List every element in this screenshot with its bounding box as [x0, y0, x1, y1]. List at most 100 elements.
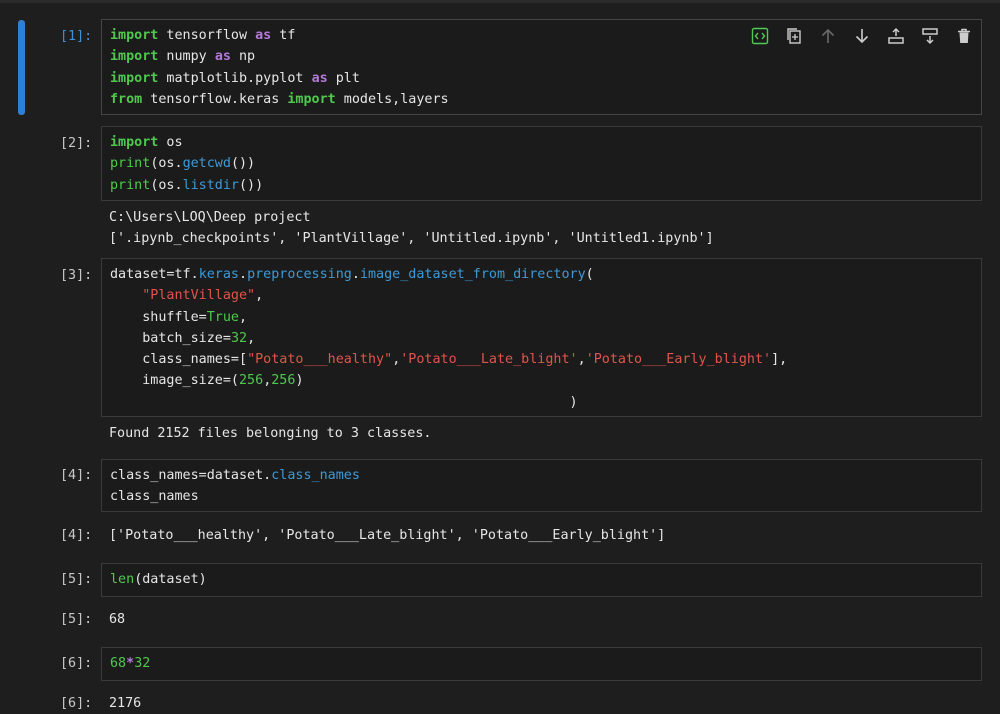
code-token: tensorflow: [158, 28, 256, 43]
code-token: preprocessing: [247, 267, 352, 282]
code-line: batch_size=32,: [110, 328, 787, 349]
code-token: (os.: [150, 177, 183, 193]
cell-4-code[interactable]: class_names=dataset.class_names class_nam…: [110, 465, 360, 508]
duplicate-cell-icon: [787, 28, 801, 44]
code-token: .: [239, 267, 248, 282]
code-line: ): [110, 392, 787, 413]
code-line: "PlantVillage",: [110, 285, 787, 306]
code-line: print(os.getcwd()): [110, 153, 263, 174]
cell-5-code[interactable]: len(dataset): [110, 569, 207, 590]
code-token: numpy: [158, 49, 215, 65]
code-token: tf: [271, 28, 296, 43]
code-token: as: [255, 28, 272, 43]
cell-6-editor[interactable]: 68*32: [101, 647, 982, 681]
cell-3-editor[interactable]: dataset=tf.keras.preprocessing.image_dat…: [101, 258, 982, 417]
code-line: import tensorflow as tf: [110, 25, 449, 46]
insert-below-icon: [922, 28, 938, 45]
delete-cell-button[interactable]: [952, 24, 976, 48]
insert-above-icon: [888, 27, 904, 44]
cell-4-editor[interactable]: class_names=dataset.class_names class_nam…: [101, 459, 982, 512]
code-token: (: [585, 267, 594, 282]
code-token: True: [206, 309, 239, 325]
code-token: class_names=dataset.: [110, 468, 272, 483]
insert-above-button[interactable]: [884, 24, 908, 48]
code-token: image_size=(: [110, 373, 239, 389]
cell-4-input-prompt: [4]:: [60, 468, 93, 483]
move-down-button[interactable]: [850, 24, 874, 48]
code-token: import: [110, 28, 159, 43]
code-token: .: [351, 267, 360, 282]
code-token: as: [214, 49, 231, 65]
code-token: print: [110, 156, 151, 172]
cell-6-input-prompt: [6]:: [60, 656, 93, 671]
code-token: matplotlib.pyplot: [158, 70, 312, 86]
code-token: 68: [110, 656, 127, 671]
code-token: image_dataset_from_directory: [359, 267, 586, 282]
code-token: import: [110, 70, 159, 86]
code-token: class_names: [110, 489, 199, 505]
code-line: import matplotlib.pyplot as plt: [110, 68, 449, 89]
code-token: len: [110, 572, 135, 587]
code-token: class_names=[: [110, 352, 248, 368]
cell-1-code[interactable]: import tensorflow as tf import numpy as n…: [110, 25, 449, 110]
code-token: models,layers: [335, 91, 449, 107]
output-line: 68: [109, 612, 126, 627]
code-token: "Potato___healthy": [247, 352, 393, 368]
code-token: os: [158, 135, 183, 150]
code-token: "PlantVillage": [142, 288, 256, 304]
code-token: ,: [247, 330, 256, 346]
code-token: as: [311, 70, 328, 86]
code-line: class_names=["Potato___healthy",'Potato_…: [110, 349, 787, 370]
cell-5-output: 68: [109, 609, 125, 630]
code-token: ,: [255, 288, 264, 304]
code-line: shuffle=True,: [110, 307, 787, 328]
code-line: dataset=tf.keras.preprocessing.image_dat…: [110, 264, 787, 285]
output-line: C:\Users\LOQ\Deep project: [109, 210, 311, 225]
code-token: listdir: [182, 177, 239, 193]
cell-2-output: C:\Users\LOQ\Deep project ['.ipynb_checkp…: [109, 207, 714, 250]
cell-5-editor[interactable]: len(dataset): [101, 563, 982, 597]
insert-below-button[interactable]: [918, 24, 942, 48]
duplicate-cell-button[interactable]: [782, 24, 806, 48]
code-token: ,: [239, 309, 248, 325]
code-token: getcwd: [182, 156, 231, 172]
code-line: 68*32: [110, 653, 150, 674]
cell-6-code[interactable]: 68*32: [110, 653, 150, 674]
code-token: tensorflow.keras: [142, 91, 288, 107]
code-line: import numpy as np: [110, 46, 449, 67]
code-token: shuffle=: [110, 309, 207, 325]
code-token: keras: [198, 267, 239, 282]
code-token: ()): [239, 177, 264, 193]
cell-3-code[interactable]: dataset=tf.keras.preprocessing.image_dat…: [110, 264, 787, 413]
cell-3-input-prompt: [3]:: [60, 268, 93, 283]
code-token: 256: [271, 373, 296, 389]
top-border: [0, 0, 1000, 3]
cell-3-output: Found 2152 files belonging to 3 classes.: [109, 423, 431, 444]
code-token: plt: [327, 70, 360, 86]
output-line: ['Potato___healthy', 'Potato___Late_blig…: [109, 528, 666, 543]
code-token: 'Potato___Early_blight': [585, 352, 772, 368]
move-up-button[interactable]: [816, 24, 840, 48]
cell-6-output: 2176: [109, 693, 141, 714]
active-cell-indicator: [18, 20, 25, 115]
cell-6-output-prompt: [6]:: [60, 696, 93, 711]
code-token: from: [110, 91, 143, 107]
cell-4-output-prompt: [4]:: [60, 528, 93, 543]
code-token: dataset=tf.: [110, 267, 199, 282]
output-line: Found 2152 files belonging to 3 classes.: [109, 426, 432, 441]
code-line: class_names: [110, 486, 360, 507]
cell-2-code[interactable]: import os print(os.getcwd()) print(os.list…: [110, 132, 263, 196]
cell-4-output: ['Potato___healthy', 'Potato___Late_blig…: [109, 525, 665, 546]
cell-1-input-prompt: [1]:: [60, 29, 93, 44]
render-side-by-side-button[interactable]: [748, 24, 772, 48]
code-token: import: [287, 91, 336, 107]
code-token: (os.: [150, 156, 183, 172]
code-token: 256: [239, 373, 264, 389]
code-token: import: [110, 135, 159, 150]
code-token: print: [110, 177, 151, 193]
code-token: ): [110, 394, 578, 410]
code-line: class_names=dataset.class_names: [110, 465, 360, 486]
code-line: from tensorflow.keras import models,laye…: [110, 89, 449, 110]
cell-2-editor[interactable]: import os print(os.getcwd()) print(os.list…: [101, 126, 982, 201]
